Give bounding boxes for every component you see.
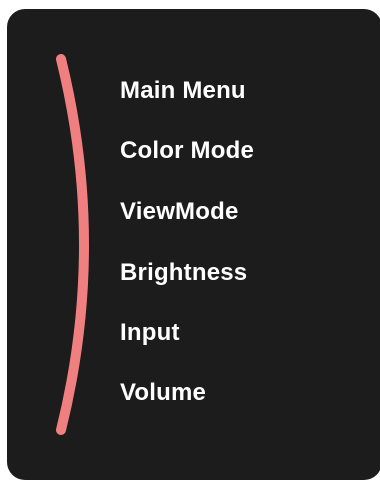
menu-item-view-mode[interactable]: ViewMode xyxy=(120,194,239,230)
menu-item-brightness[interactable]: Brightness xyxy=(120,255,247,291)
menu-item-volume[interactable]: Volume xyxy=(120,375,206,411)
menu-item-input[interactable]: Input xyxy=(120,315,180,351)
menu-item-main-menu[interactable]: Main Menu xyxy=(120,73,246,109)
quick-access-menu-panel: Main Menu Color Mode ViewMode Brightness… xyxy=(7,9,380,480)
menu-item-color-mode[interactable]: Color Mode xyxy=(120,133,254,169)
quick-access-menu: Main Menu Color Mode ViewMode Brightness… xyxy=(120,9,370,480)
arc-path xyxy=(56,54,89,435)
menu-selection-arc xyxy=(56,54,89,435)
